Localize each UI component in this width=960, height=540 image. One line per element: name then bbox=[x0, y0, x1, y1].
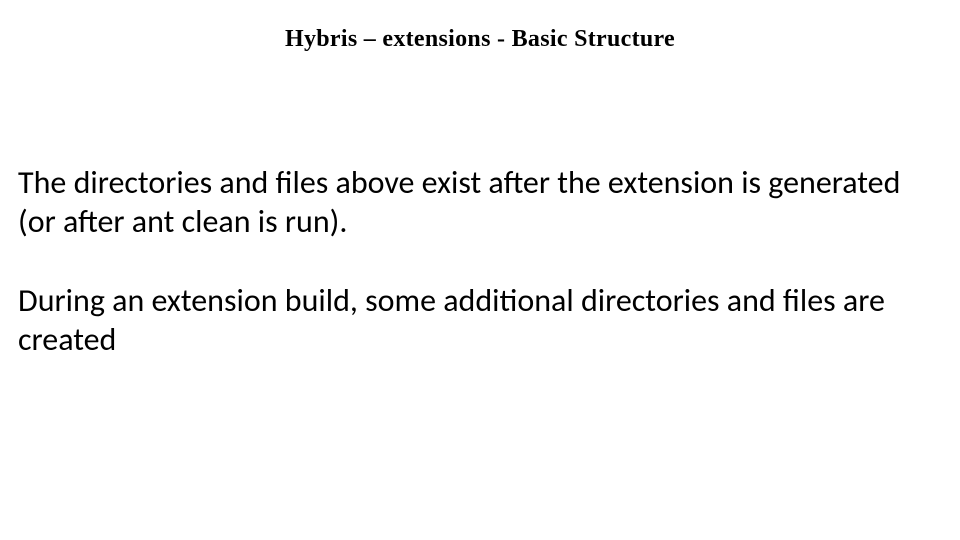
slide-container: Hybris – extensions - Basic Structure Th… bbox=[0, 0, 960, 540]
paragraph-1: The directories and files above exist af… bbox=[18, 163, 942, 241]
slide-title: Hybris – extensions - Basic Structure bbox=[0, 0, 960, 53]
slide-body: The directories and files above exist af… bbox=[0, 163, 960, 359]
paragraph-2: During an extension build, some addition… bbox=[18, 281, 942, 359]
